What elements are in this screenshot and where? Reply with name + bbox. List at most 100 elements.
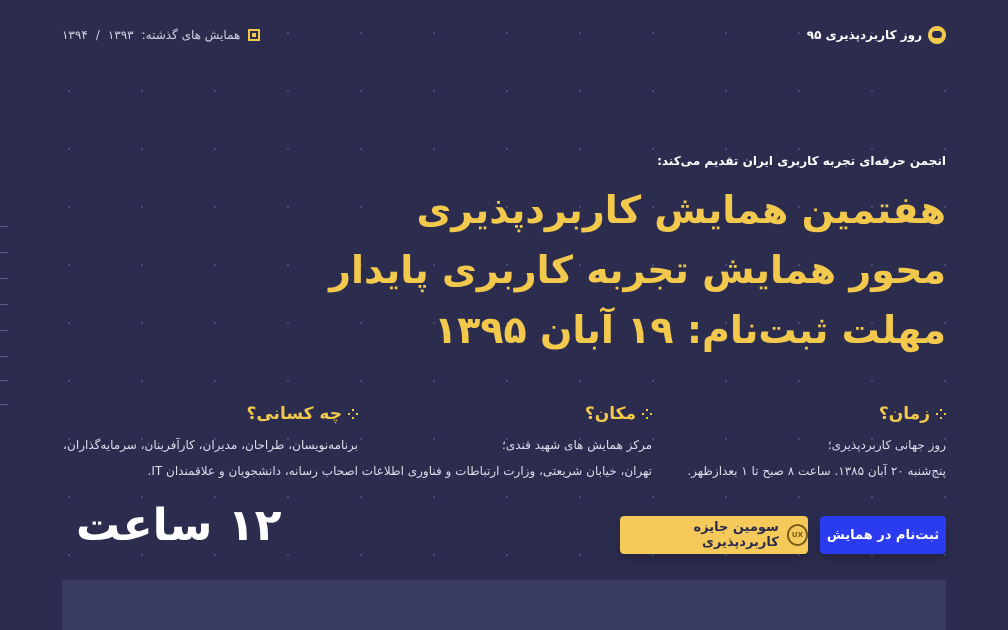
- presenter-text: انجمن حرفه‌ای تجربه کاربری ایران تقدیم م…: [657, 154, 946, 168]
- award-label: سومین جایزه کاربردپذیری: [693, 520, 779, 550]
- grid-dot: [360, 148, 362, 150]
- tick-mark: [0, 404, 8, 405]
- info-who: چه کسانی؟ برنامه‌نویسان، طراحان، مدیران،…: [63, 404, 358, 484]
- grid-dot: [141, 380, 143, 382]
- grid-dot: [725, 380, 727, 382]
- headline-line: مهلت ثبت‌نام: ۱۹ آبان ۱۳۹۵: [433, 308, 946, 352]
- grid-dot: [506, 148, 508, 150]
- when-title: زمان؟: [878, 404, 930, 424]
- grid-dot: [944, 496, 946, 498]
- where-line: تهران، خیابان شریعتی، وزارت ارتباطات و ف…: [361, 464, 652, 478]
- grid-dot: [214, 496, 216, 498]
- grid-dot: [652, 496, 654, 498]
- grid-dot: [287, 90, 289, 92]
- grid-dot: [579, 496, 581, 498]
- previous-year-link[interactable]: ۱۳۹۴: [62, 28, 88, 42]
- grid-dot: [652, 380, 654, 382]
- tick-mark: [0, 226, 8, 227]
- year-separator: /: [95, 28, 100, 42]
- grid-dot: [652, 90, 654, 92]
- grid-dot: [798, 380, 800, 382]
- grid-dot: [652, 554, 654, 556]
- archive-icon: [248, 29, 261, 41]
- grid-dot: [725, 90, 727, 92]
- grid-dot: [360, 554, 362, 556]
- grid-dot: [287, 554, 289, 556]
- grid-dot: [944, 90, 946, 92]
- grid-dot: [287, 380, 289, 382]
- hours-counter: ۱۲ ساعت: [76, 500, 282, 551]
- tick-mark: [0, 304, 8, 305]
- grid-dot: [944, 554, 946, 556]
- grid-dot: [506, 554, 508, 556]
- grid-dot: [68, 496, 70, 498]
- grid-dot: [725, 496, 727, 498]
- dots-icon: [936, 409, 946, 419]
- grid-dot: [68, 264, 70, 266]
- grid-dot: [214, 264, 216, 266]
- grid-dot: [68, 90, 70, 92]
- when-line: روز جهانی کاربردپذیری؛: [827, 438, 946, 452]
- grid-dot: [871, 380, 873, 382]
- who-heading: چه کسانی؟: [63, 404, 358, 424]
- tick-mark: [0, 330, 8, 331]
- page: روز کاربردپذیری ۹۵ همایش های گذشته: ۱۳۹۳…: [0, 0, 1008, 630]
- headline-line: هفتمین همایش کاربردپذیری: [416, 188, 946, 232]
- grid-dot: [798, 148, 800, 150]
- grid-dot: [652, 438, 654, 440]
- grid-dot: [141, 322, 143, 324]
- grid-dot: [579, 148, 581, 150]
- register-button[interactable]: ثبت‌نام در همایش: [820, 516, 946, 554]
- dots-icon: [642, 409, 652, 419]
- grid-dot: [579, 380, 581, 382]
- where-title: مکان؟: [584, 404, 636, 424]
- content-panel: [62, 580, 946, 630]
- grid-dot: [798, 90, 800, 92]
- info-where: مکان؟ مرکز همایش های شهید قندی؛ تهران، خ…: [362, 404, 652, 484]
- award-button[interactable]: UX سومین جایزه کاربردپذیری: [620, 516, 808, 554]
- grid-dot: [214, 206, 216, 208]
- brand-logo-link[interactable]: روز کاربردپذیری ۹۵: [807, 26, 946, 44]
- grid-dot: [798, 496, 800, 498]
- grid-dot: [68, 206, 70, 208]
- grid-dot: [287, 148, 289, 150]
- previous-label: همایش های گذشته:: [141, 28, 241, 42]
- who-title: چه کسانی؟: [246, 404, 343, 424]
- grid-dot: [141, 206, 143, 208]
- hero-headline: هفتمین همایش کاربردپذیری محور همایش تجرب…: [329, 180, 946, 360]
- grid-dot: [433, 90, 435, 92]
- grid-dot: [360, 90, 362, 92]
- grid-dot: [214, 380, 216, 382]
- grid-dot: [287, 322, 289, 324]
- grid-dot: [68, 380, 70, 382]
- grid-dot: [214, 554, 216, 556]
- when-heading: زمان؟: [687, 404, 946, 424]
- grid-dot: [360, 496, 362, 498]
- grid-dot: [871, 496, 873, 498]
- grid-dot: [68, 322, 70, 324]
- grid-dot: [433, 496, 435, 498]
- ux-award-icon: UX: [786, 524, 808, 546]
- grid-dot: [287, 264, 289, 266]
- grid-dot: [287, 206, 289, 208]
- grid-dot: [871, 148, 873, 150]
- grid-dot: [360, 380, 362, 382]
- where-line: مرکز همایش های شهید قندی؛: [502, 438, 652, 452]
- tick-mark: [0, 278, 8, 279]
- grid-dot: [141, 264, 143, 266]
- grid-dot: [506, 496, 508, 498]
- grid-dot: [506, 90, 508, 92]
- grid-dot: [214, 322, 216, 324]
- grid-dot: [579, 90, 581, 92]
- headline-line: محور همایش تجربه کاربری پایدار: [329, 248, 946, 292]
- grid-dot: [141, 90, 143, 92]
- who-line: اصحاب رسانه، دانشجویان و علاقمندان IT.: [147, 464, 358, 478]
- tick-mark: [0, 356, 8, 357]
- grid-dot: [214, 148, 216, 150]
- grid-dot: [944, 148, 946, 150]
- grid-dot: [725, 554, 727, 556]
- grid-dot: [871, 554, 873, 556]
- tick-mark: [0, 252, 8, 253]
- previous-year-link[interactable]: ۱۳۹۳: [108, 28, 134, 42]
- grid-dot: [506, 380, 508, 382]
